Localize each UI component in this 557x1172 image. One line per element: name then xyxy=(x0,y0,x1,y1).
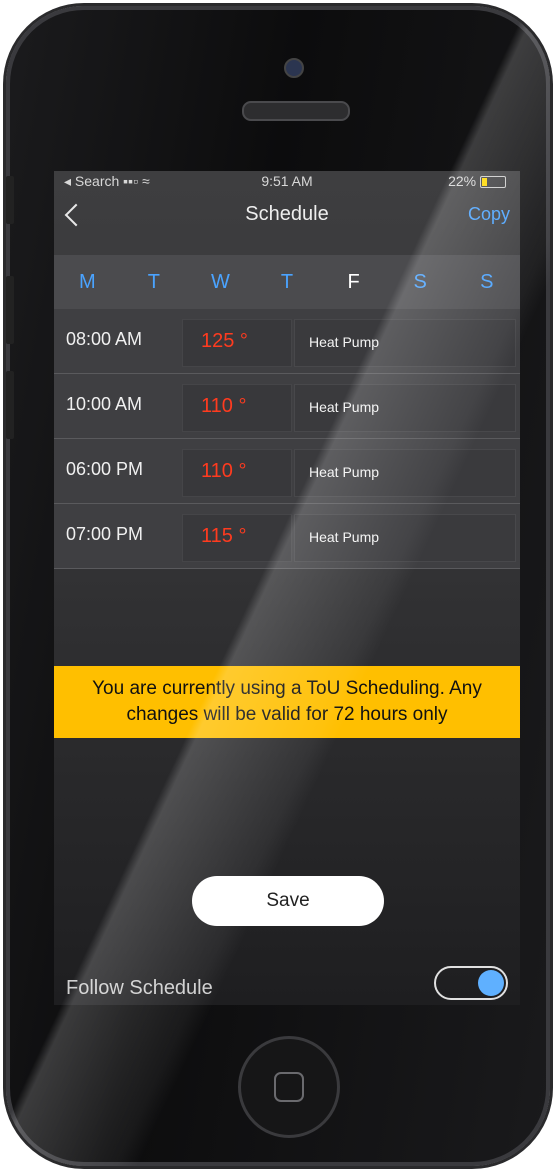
banner-line-2: changes will be valid for 72 hours only xyxy=(126,704,448,725)
home-button[interactable] xyxy=(238,1036,340,1138)
schedule-time[interactable]: 08:00 AM xyxy=(66,329,142,350)
schedule-time[interactable]: 10:00 AM xyxy=(66,394,142,415)
phone-frame: ◂ Search ▪▪▫ ≈ 9:51 AM 22% Schedule Copy… xyxy=(6,6,550,1166)
schedule-temperature: 125 ° xyxy=(201,330,248,352)
day-saturday[interactable]: S xyxy=(387,271,454,294)
day-monday[interactable]: M xyxy=(54,271,121,294)
copy-button[interactable]: Copy xyxy=(468,204,510,225)
volume-up-button xyxy=(6,276,14,344)
battery-percent: 22% xyxy=(448,173,477,189)
day-wednesday[interactable]: W xyxy=(187,271,254,294)
front-camera xyxy=(284,58,304,78)
home-square-icon xyxy=(274,1072,304,1102)
schedule-list: 08:00 AM 125 ° Heat Pump 10:00 AM 110 ° … xyxy=(54,309,520,569)
schedule-time[interactable]: 06:00 PM xyxy=(66,459,143,480)
schedule-temperature: 110 ° xyxy=(201,460,247,482)
day-selector: M T W T F S S xyxy=(54,255,520,309)
day-thursday[interactable]: T xyxy=(254,271,321,294)
temperature-cell[interactable]: 115 ° xyxy=(182,514,292,562)
battery-status: 22% xyxy=(448,173,506,189)
temperature-cell[interactable]: 110 ° xyxy=(182,384,292,432)
toggle-knob xyxy=(478,970,504,996)
mute-switch xyxy=(6,176,14,224)
temperature-cell[interactable]: 125 ° xyxy=(182,319,292,367)
schedule-mode: Heat Pump xyxy=(309,529,380,545)
schedule-mode: Heat Pump xyxy=(309,334,380,350)
day-friday[interactable]: F xyxy=(320,271,387,294)
follow-schedule-label: Follow Schedule xyxy=(66,977,213,999)
day-sunday[interactable]: S xyxy=(453,271,520,294)
temperature-cell[interactable]: 110 ° xyxy=(182,449,292,497)
banner-line-1: You are currently using a ToU Scheduling… xyxy=(92,678,482,699)
nav-bar: Schedule Copy xyxy=(54,193,520,255)
schedule-row[interactable]: 10:00 AM 110 ° Heat Pump xyxy=(54,374,520,439)
earpiece-speaker xyxy=(242,101,350,121)
mode-cell[interactable]: Heat Pump xyxy=(294,449,516,497)
status-bar: ◂ Search ▪▪▫ ≈ 9:51 AM 22% xyxy=(54,171,520,193)
tou-warning-banner: You are currently using a ToU Scheduling… xyxy=(54,666,520,738)
schedule-mode: Heat Pump xyxy=(309,464,380,480)
follow-schedule-toggle[interactable] xyxy=(434,966,508,1000)
schedule-row[interactable]: 07:00 PM 115 ° Heat Pump xyxy=(54,504,520,569)
battery-icon xyxy=(480,176,506,189)
schedule-row[interactable]: 08:00 AM 125 ° Heat Pump xyxy=(54,309,520,374)
page-title: Schedule xyxy=(245,203,329,225)
app-screen: ◂ Search ▪▪▫ ≈ 9:51 AM 22% Schedule Copy… xyxy=(54,171,520,1005)
schedule-temperature: 110 ° xyxy=(201,395,247,417)
save-button[interactable]: Save xyxy=(192,876,384,926)
schedule-mode: Heat Pump xyxy=(309,399,380,415)
mode-cell[interactable]: Heat Pump xyxy=(294,514,516,562)
mode-cell[interactable]: Heat Pump xyxy=(294,384,516,432)
day-tuesday[interactable]: T xyxy=(121,271,188,294)
schedule-temperature: 115 ° xyxy=(201,525,247,547)
schedule-time[interactable]: 07:00 PM xyxy=(66,524,143,545)
schedule-row[interactable]: 06:00 PM 110 ° Heat Pump xyxy=(54,439,520,504)
volume-down-button xyxy=(6,371,14,439)
mode-cell[interactable]: Heat Pump xyxy=(294,319,516,367)
